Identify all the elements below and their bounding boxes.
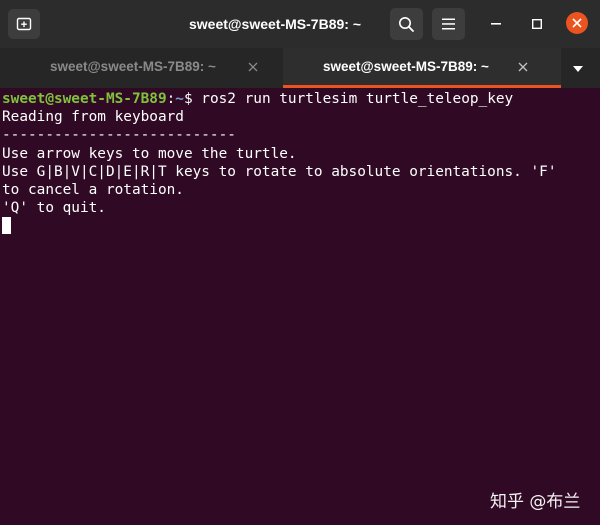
watermark: 知乎 @布兰 [490,492,581,512]
output-line: Use G|B|V|C|D|E|R|T keys to rotate to ab… [2,163,557,180]
minimize-button[interactable] [484,12,508,36]
text-cursor [2,217,11,235]
tab-label: sweet@sweet-MS-7B89: ~ [323,59,489,74]
tab-active[interactable]: sweet@sweet-MS-7B89: ~ [283,48,561,88]
prompt-line: sweet@sweet-MS-7B89:~$ ros2 run turtlesi… [2,90,600,108]
new-tab-button[interactable] [8,9,40,39]
close-button[interactable] [566,12,588,34]
output-line: to cancel a rotation. [2,181,184,198]
window-title: sweet@sweet-MS-7B89: ~ [189,16,361,32]
prompt-path: ~ [175,91,184,107]
hamburger-menu-icon [442,18,455,30]
cursor-line [2,217,600,235]
tab-close-icon[interactable] [517,61,529,73]
terminal-window: sweet@sweet-MS-7B89: ~ sweet@sweet-MS-7B… [0,0,600,525]
new-tab-icon [16,17,32,31]
tab-label: sweet@sweet-MS-7B89: ~ [50,59,216,74]
title-bar[interactable]: sweet@sweet-MS-7B89: ~ [0,0,600,48]
close-icon [572,18,582,28]
prompt-user: sweet@sweet-MS-7B89 [2,91,167,107]
output-line: Use arrow keys to move the turtle. [2,145,297,162]
output-line: 'Q' to quit. [2,200,106,217]
tab-close-icon[interactable] [247,61,259,73]
minimize-icon [491,23,501,25]
search-icon [399,17,414,32]
output-line: --------------------------- [2,127,236,144]
tabs-dropdown-icon[interactable] [568,62,588,76]
terminal-output[interactable]: sweet@sweet-MS-7B89:~$ ros2 run turtlesi… [0,88,600,525]
command-text: $ ros2 run turtlesim turtle_teleop_key [183,91,514,107]
prompt-separator: : [166,91,176,107]
tab-inactive[interactable]: sweet@sweet-MS-7B89: ~ [0,48,283,88]
menu-button[interactable] [432,8,465,40]
output-line: Reading from keyboard [2,109,184,126]
maximize-icon [532,19,542,29]
maximize-button[interactable] [525,12,549,36]
tab-bar: sweet@sweet-MS-7B89: ~ sweet@sweet-MS-7B… [0,48,600,88]
search-button[interactable] [390,8,423,40]
